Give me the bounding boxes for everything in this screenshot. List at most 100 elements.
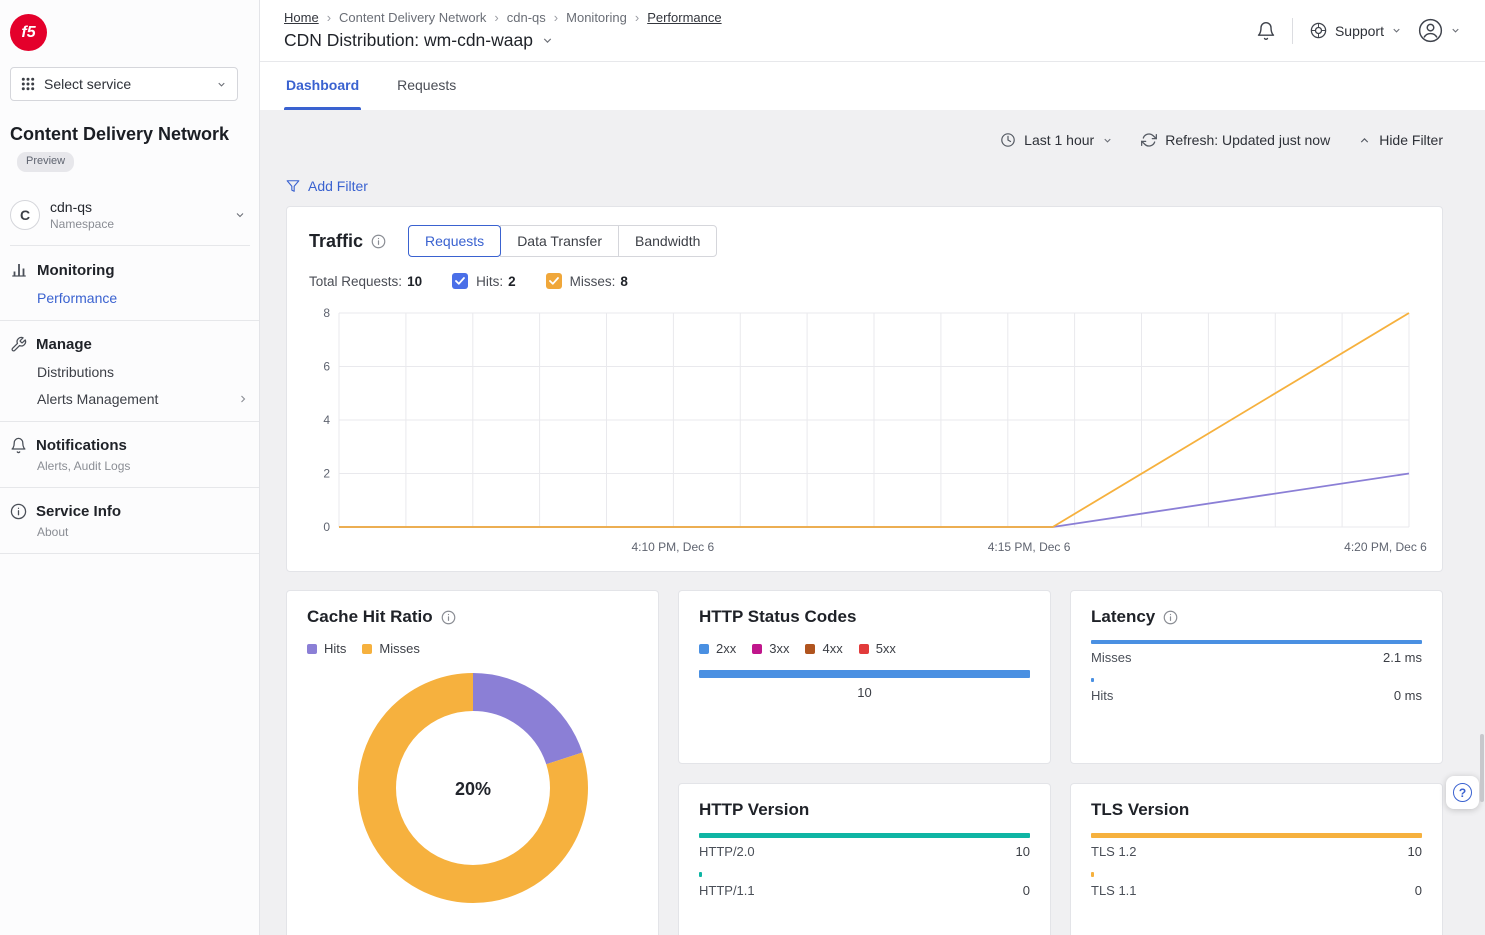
sidebar-item-distributions[interactable]: Distributions xyxy=(10,355,249,382)
preview-badge: Preview xyxy=(17,152,74,172)
latency-misses-bar[interactable] xyxy=(1091,640,1422,644)
checkbox-checked-icon xyxy=(452,273,468,289)
info-icon[interactable] xyxy=(371,234,386,249)
breadcrumb-namespace[interactable]: cdn-qs xyxy=(507,10,546,25)
filter-funnel-icon xyxy=(286,179,300,193)
refresh-icon xyxy=(1141,132,1157,148)
breadcrumb-performance[interactable]: Performance xyxy=(647,10,721,25)
3xx-swatch xyxy=(752,644,762,654)
content-area: Last 1 hour Refresh: Updated just now Hi… xyxy=(260,110,1485,935)
legend-item-misses[interactable]: Misses xyxy=(362,641,419,656)
user-account-button[interactable] xyxy=(1418,18,1461,43)
sidebar-item-service-info[interactable]: Service Info xyxy=(10,501,249,522)
latency-hits-value: 0 ms xyxy=(1394,688,1422,703)
traffic-stats: Total Requests: 10 Hits: 2 Misses: 8 xyxy=(309,273,1420,289)
tab-requests[interactable]: Requests xyxy=(395,62,458,110)
monitoring-label: Monitoring xyxy=(37,262,114,279)
notifications-bell-button[interactable] xyxy=(1256,21,1276,41)
apps-grid-icon xyxy=(21,77,35,91)
traffic-line-chart[interactable]: 024684:10 PM, Dec 64:15 PM, Dec 64:20 PM… xyxy=(309,303,1419,555)
http-status-codes-card: HTTP Status Codes 2xx 3xx 4xx 5xx 10 xyxy=(678,590,1051,764)
sidebar-item-notifications[interactable]: Notifications xyxy=(10,435,249,456)
http2-bar[interactable] xyxy=(699,833,1030,838)
breadcrumb-separator: › xyxy=(494,10,498,25)
sidebar-item-monitoring[interactable]: Monitoring xyxy=(10,259,249,281)
cache-donut-chart[interactable]: 20% xyxy=(353,668,593,908)
bell-icon xyxy=(1256,21,1276,41)
chevron-down-icon[interactable] xyxy=(541,34,554,47)
view-bandwidth-button[interactable]: Bandwidth xyxy=(618,225,717,257)
hits-checkbox[interactable]: Hits: 2 xyxy=(452,273,516,289)
http2-value: 10 xyxy=(1016,844,1030,859)
legend-item-5xx[interactable]: 5xx xyxy=(859,641,896,656)
hide-filter-button[interactable]: Hide Filter xyxy=(1358,132,1443,148)
hits-label: Hits: xyxy=(476,274,503,289)
view-requests-button[interactable]: Requests xyxy=(408,225,501,257)
legend-item-hits[interactable]: Hits xyxy=(307,641,346,656)
tls12-label: TLS 1.2 xyxy=(1091,844,1137,859)
2xx-swatch xyxy=(699,644,709,654)
tls11-bar[interactable] xyxy=(1091,872,1094,877)
sidebar-item-manage[interactable]: Manage xyxy=(10,334,249,355)
service-selector-label: Select service xyxy=(44,76,207,92)
add-filter-label: Add Filter xyxy=(308,178,368,194)
tls12-bar[interactable] xyxy=(1091,833,1422,838)
time-range-selector[interactable]: Last 1 hour xyxy=(1000,132,1113,148)
chevron-up-icon xyxy=(1358,134,1371,147)
svg-text:0: 0 xyxy=(323,520,330,534)
legend-item-2xx[interactable]: 2xx xyxy=(699,641,736,656)
add-filter-button[interactable]: Add Filter xyxy=(286,178,368,194)
http-version-card: HTTP Version HTTP/2.010 HTTP/1.10 xyxy=(678,783,1051,935)
http11-label: HTTP/1.1 xyxy=(699,883,755,898)
latency-title: Latency xyxy=(1091,607,1155,627)
service-selector[interactable]: Select service xyxy=(10,67,238,101)
hits-legend-label: Hits xyxy=(324,641,346,656)
hits-swatch xyxy=(307,644,317,654)
5xx-label: 5xx xyxy=(876,641,896,656)
cache-legend: Hits Misses xyxy=(307,641,638,656)
breadcrumb: Home › Content Delivery Network › cdn-qs… xyxy=(284,10,722,25)
info-icon[interactable] xyxy=(441,610,456,625)
breadcrumb-monitoring[interactable]: Monitoring xyxy=(566,10,627,25)
page-title: CDN Distribution: wm-cdn-waap xyxy=(284,30,533,51)
status-codes-legend: 2xx 3xx 4xx 5xx xyxy=(699,641,1030,656)
breadcrumb-cdn[interactable]: Content Delivery Network xyxy=(339,10,486,25)
help-button[interactable]: ? xyxy=(1446,776,1479,809)
latency-hits-bar[interactable] xyxy=(1091,678,1094,682)
chevron-down-icon xyxy=(216,79,227,90)
misses-checkbox[interactable]: Misses: 8 xyxy=(546,273,628,289)
view-data-transfer-button[interactable]: Data Transfer xyxy=(500,225,619,257)
breadcrumb-home[interactable]: Home xyxy=(284,10,319,25)
support-lifebuoy-icon xyxy=(1309,21,1328,40)
breadcrumb-separator: › xyxy=(554,10,558,25)
svg-text:8: 8 xyxy=(323,306,330,320)
http-version-title: HTTP Version xyxy=(699,800,809,820)
support-menu-button[interactable]: Support xyxy=(1309,21,1402,40)
legend-item-4xx[interactable]: 4xx xyxy=(805,641,842,656)
scrollbar-thumb[interactable] xyxy=(1480,734,1484,802)
tab-dashboard[interactable]: Dashboard xyxy=(284,62,361,110)
total-requests-label: Total Requests: xyxy=(309,274,402,289)
svg-text:4:20 PM, Dec 6: 4:20 PM, Dec 6 xyxy=(1344,540,1427,554)
alerts-management-label: Alerts Management xyxy=(37,391,158,407)
service-info-label: Service Info xyxy=(36,503,121,520)
status-bar-value: 10 xyxy=(699,685,1030,700)
f5-logo[interactable]: f5 xyxy=(10,14,47,51)
namespace-selector[interactable]: C cdn-qs Namespace xyxy=(10,191,250,246)
notifications-label: Notifications xyxy=(36,437,127,454)
misses-label: Misses: xyxy=(570,274,616,289)
refresh-button[interactable]: Refresh: Updated just now xyxy=(1141,132,1330,148)
chevron-right-icon xyxy=(237,393,249,405)
bell-icon xyxy=(10,437,27,454)
status-2xx-bar[interactable] xyxy=(699,670,1030,678)
http11-bar[interactable] xyxy=(699,872,702,877)
sidebar-item-performance[interactable]: Performance xyxy=(10,281,249,308)
sidebar: f5 Select service Content Delivery Netwo… xyxy=(0,0,260,935)
sidebar-item-alerts-management[interactable]: Alerts Management xyxy=(10,382,249,409)
info-icon[interactable] xyxy=(1163,610,1178,625)
breadcrumb-separator: › xyxy=(327,10,331,25)
legend-item-3xx[interactable]: 3xx xyxy=(752,641,789,656)
page-tabs: Dashboard Requests xyxy=(260,62,1485,110)
question-mark-icon: ? xyxy=(1453,783,1472,802)
chevron-down-icon xyxy=(234,209,246,221)
